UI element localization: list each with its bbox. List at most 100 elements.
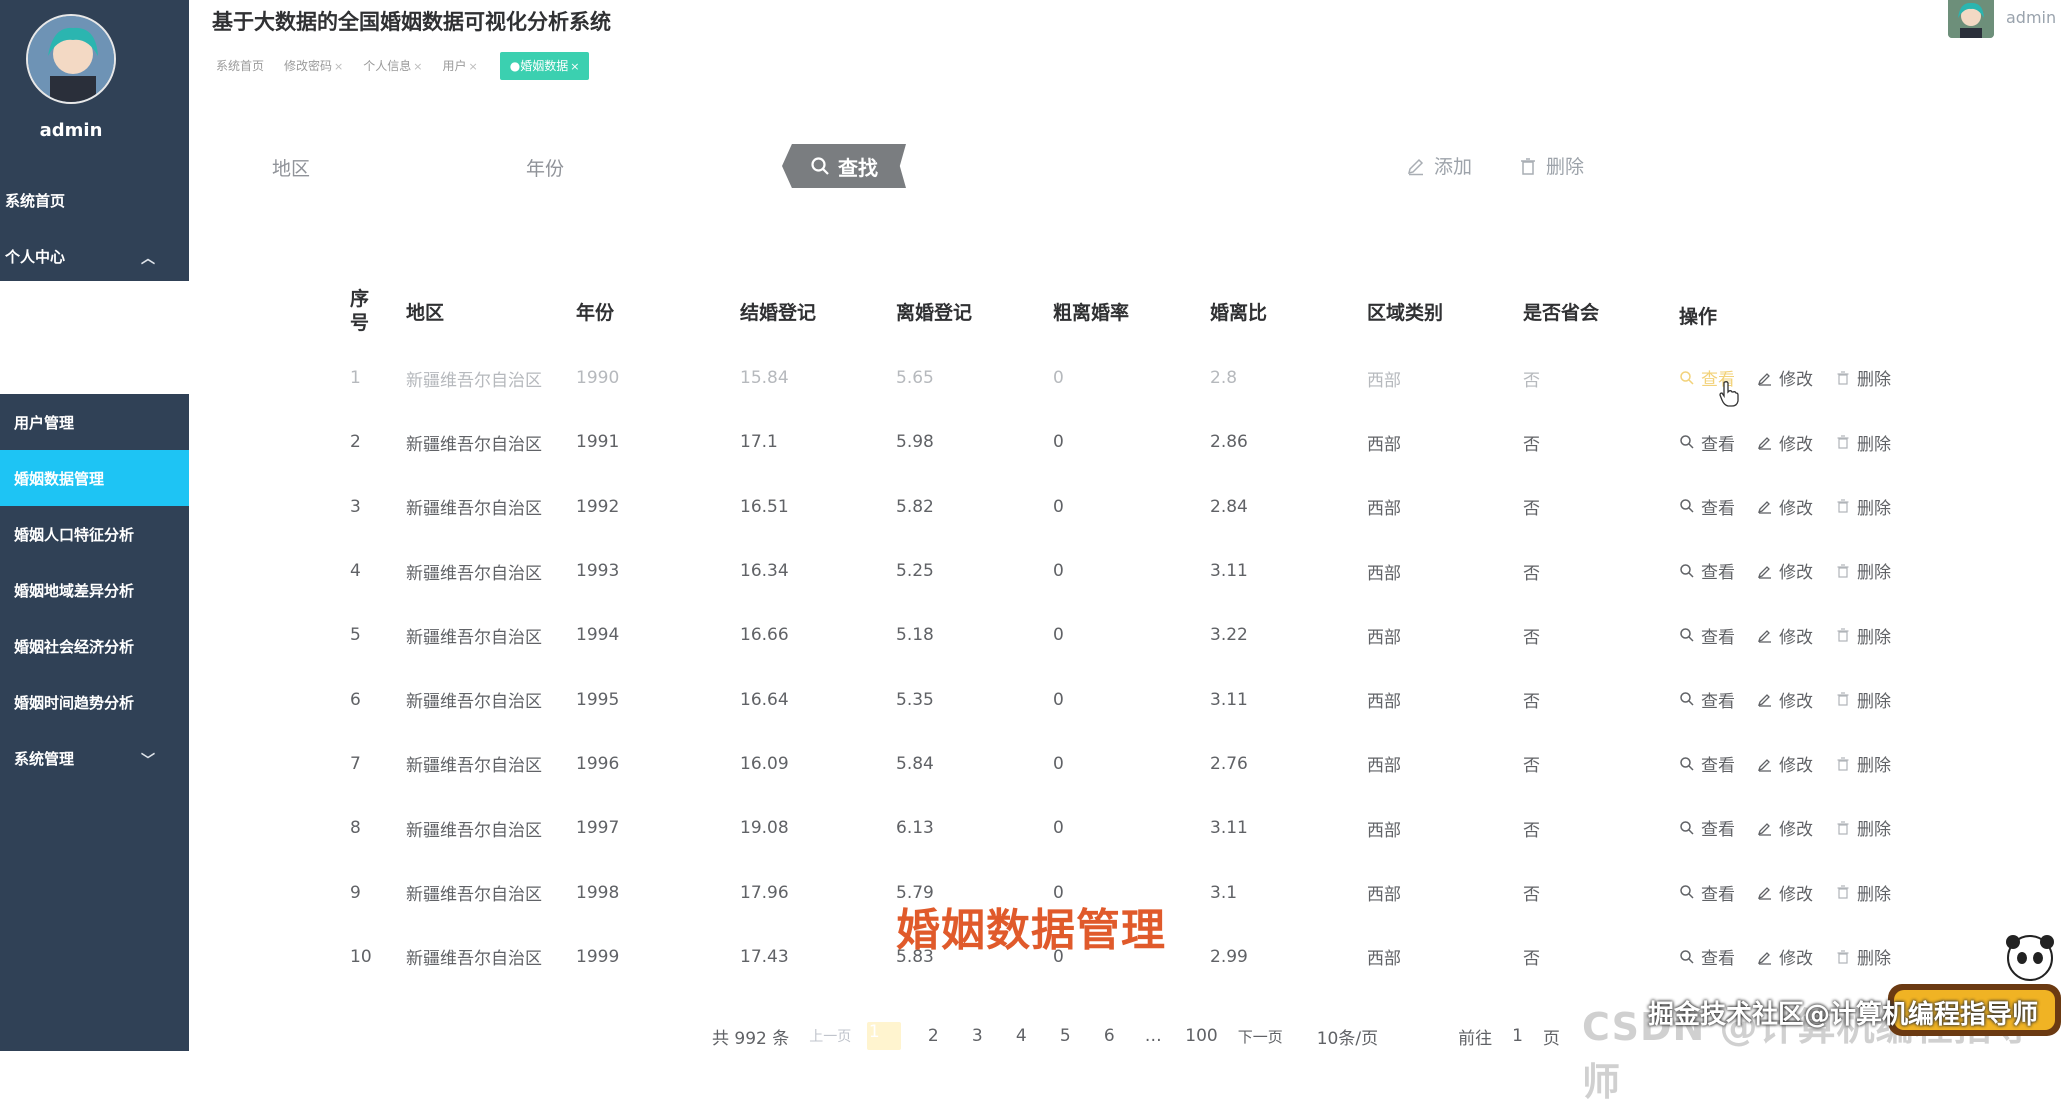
cell-is-capital: 否 [1523,885,1540,906]
pagination-page-6[interactable]: 6 [1097,1026,1121,1046]
page-size-select[interactable]: 10条/页 [1317,1024,1378,1049]
edit-icon [1757,372,1771,386]
cell-divorce-registrations: 5.82 [896,496,934,517]
batch-delete-button[interactable]: 删除 [1518,152,1584,179]
region-filter[interactable]: 地区 [272,154,310,181]
edit-button[interactable]: 修改 [1757,494,1813,519]
tab-change-password[interactable]: 修改密码 × [276,52,355,80]
pagination-page-5[interactable]: 5 [1053,1026,1077,1046]
goto-input[interactable]: 1 [1512,1026,1523,1046]
tab-home[interactable]: 系统首页 [208,52,276,80]
cell-divorce-registrations: 5.25 [896,561,934,582]
pagination-prev-button[interactable]: 上一页 [809,1026,851,1046]
view-button[interactable]: 查看 [1679,687,1735,712]
year-filter[interactable]: 年份 [526,154,564,181]
edit-button[interactable]: 修改 [1757,687,1813,712]
view-button[interactable]: 查看 [1679,430,1735,455]
sidebar-item-user-management[interactable]: 用户管理 [0,394,189,450]
close-icon[interactable]: × [570,60,579,73]
table-row: 7 新疆维吾尔自治区 1996 16.09 5.84 0 2.76 西部 否 查看 修改 删除 [340,732,1969,796]
sidebar: admin 系统首页 个人中心 ︿ 用户管理 婚姻数据管理 婚姻人口特征分析 婚… [0,0,189,1051]
view-label: 查看 [1701,820,1735,841]
tab-user[interactable]: 用户 × [434,52,489,80]
video-caption: 婚姻数据管理 [896,905,1166,956]
sidebar-item-label: 系统首页 [5,191,66,210]
pagination-next-button[interactable]: 下一页 [1238,1026,1283,1047]
header-username[interactable]: admin [2006,8,2056,27]
sidebar-item-economic-analysis[interactable]: 婚姻社会经济分析 [0,618,189,674]
delete-button[interactable]: 删除 [1835,430,1891,455]
delete-label: 删除 [1857,627,1891,648]
view-button[interactable]: 查看 [1679,558,1735,583]
sidebar-item-system-management[interactable]: 系统管理 ﹀ [0,730,189,786]
cell-marriage-registrations: 16.64 [740,689,789,710]
trash-icon [1837,435,1849,449]
view-button[interactable]: 查看 [1679,623,1735,648]
pagination-page-3[interactable]: 3 [965,1026,989,1046]
edit-button[interactable]: 修改 [1757,558,1813,583]
view-button[interactable]: 查看 [1679,815,1735,840]
search-button-label: 查找 [838,155,878,180]
tab-marriage-data[interactable]: ●婚姻数据 × [499,52,590,80]
cell-crude-divorce-rate: 0 [1053,753,1064,774]
edit-button[interactable]: 修改 [1757,623,1813,648]
sidebar-item-home[interactable]: 系统首页 [0,172,189,228]
delete-button[interactable]: 删除 [1835,687,1891,712]
edit-button[interactable]: 修改 [1757,815,1813,840]
delete-button[interactable]: 删除 [1835,494,1891,519]
header-avatar[interactable] [1948,0,1994,38]
pagination-page-2[interactable]: 2 [921,1026,945,1046]
delete-button[interactable]: 删除 [1835,623,1891,648]
view-button[interactable]: 查看 [1679,494,1735,519]
cell-is-capital: 否 [1523,820,1540,841]
search-icon [1680,564,1694,578]
delete-label: 删除 [1857,434,1891,455]
pagination: 共 992 条 上一页 1 2 3 4 5 6 … 100 下一页 10条/页 … [712,1022,1580,1050]
view-button[interactable]: 查看 [1679,944,1735,969]
edit-button[interactable]: 修改 [1757,430,1813,455]
sidebar-item-population-analysis[interactable]: 婚姻人口特征分析 [0,506,189,562]
sidebar-item-marriage-data[interactable]: 婚姻数据管理 [0,450,189,506]
delete-button[interactable]: 删除 [1835,558,1891,583]
pagination-page-100[interactable]: 100 [1185,1026,1217,1046]
sidebar-bottom-panel: 用户管理 婚姻数据管理 婚姻人口特征分析 婚姻地域差异分析 婚姻社会经济分析 婚… [0,394,189,1051]
search-icon [1680,435,1694,449]
cell-region: 新疆维吾尔自治区 [406,885,542,906]
table-row: 8 新疆维吾尔自治区 1997 19.08 6.13 0 3.11 西部 否 查看 修改 删除 [340,796,1969,860]
edit-label: 修改 [1779,884,1813,905]
sidebar-item-region-analysis[interactable]: 婚姻地域差异分析 [0,562,189,618]
cell-marriage-registrations: 17.43 [740,946,789,967]
cell-marriage-divorce-ratio: 2.84 [1210,496,1248,517]
view-label: 查看 [1701,627,1735,648]
close-icon[interactable]: × [413,60,422,73]
close-icon[interactable]: × [334,60,343,73]
edit-button[interactable]: 修改 [1757,751,1813,776]
search-button[interactable]: 查找 [782,144,906,188]
tab-label: ●婚姻数据 [509,59,569,73]
cell-marriage-divorce-ratio: 2.86 [1210,432,1248,453]
delete-button[interactable]: 删除 [1835,880,1891,905]
delete-label: 删除 [1857,884,1891,905]
edit-button[interactable]: 修改 [1757,944,1813,969]
add-button[interactable]: 添加 [1406,152,1472,179]
pagination-page-1[interactable]: 1 [867,1022,902,1050]
cell-marriage-registrations: 17.1 [740,432,778,453]
view-button[interactable]: 查看 [1679,880,1735,905]
cell-index: 5 [350,625,361,646]
sidebar-item-trend-analysis[interactable]: 婚姻时间趋势分析 [0,674,189,730]
sidebar-item-personal-center[interactable]: 个人中心 ︿ [0,228,189,284]
cell-index: 2 [350,432,361,453]
delete-button[interactable]: 删除 [1835,815,1891,840]
avatar[interactable] [26,14,116,104]
delete-button[interactable]: 删除 [1835,751,1891,776]
trash-icon [1837,371,1849,385]
delete-button[interactable]: 删除 [1835,365,1891,390]
cell-divorce-registrations: 6.13 [896,818,934,839]
tab-personal-info[interactable]: 个人信息 × [355,52,434,80]
close-icon[interactable]: × [469,60,478,73]
edit-button[interactable]: 修改 [1757,880,1813,905]
view-button[interactable]: 查看 [1679,751,1735,776]
edit-button[interactable]: 修改 [1757,365,1813,390]
pagination-page-4[interactable]: 4 [1009,1026,1033,1046]
pagination-ellipsis[interactable]: … [1141,1026,1165,1046]
